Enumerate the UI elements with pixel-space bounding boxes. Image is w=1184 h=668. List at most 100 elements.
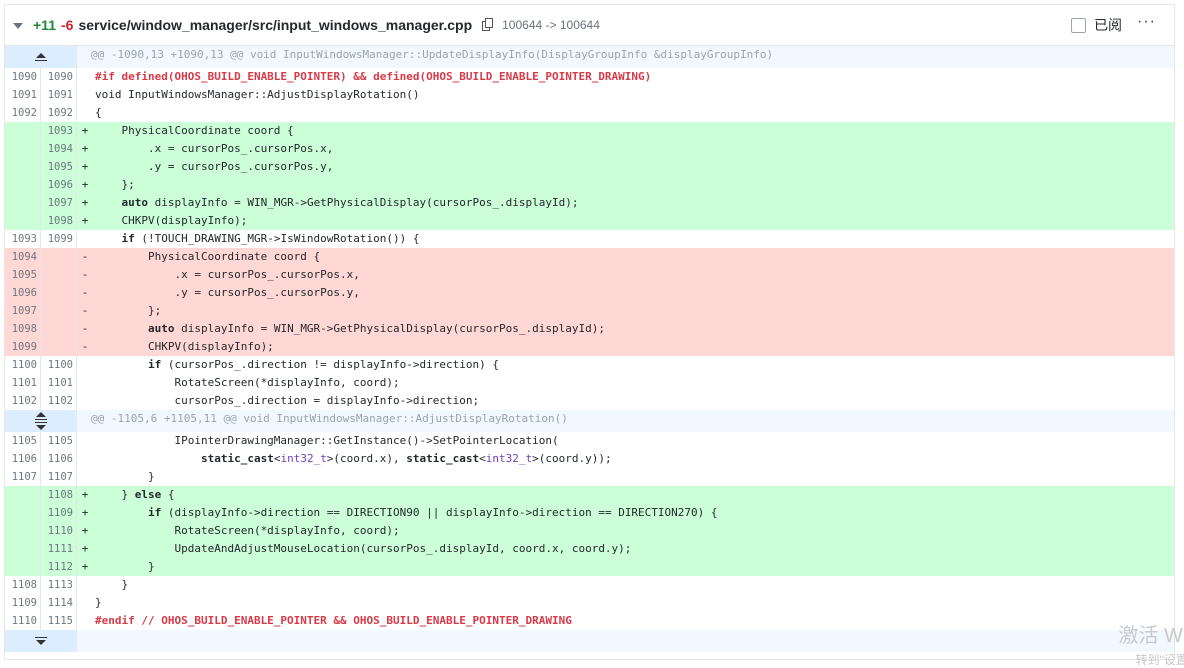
diff-sign: -	[81, 268, 89, 281]
new-line-number[interactable]: 1093	[41, 122, 77, 140]
diff-line-added: 1111 + UpdateAndAdjustMouseLocation(curso…	[5, 540, 1174, 558]
hunk-header-text	[77, 630, 1174, 652]
diff-code: @@ -1090,13 +1090,13 @@ void InputWindow…	[5, 46, 1174, 652]
diff-line-context: 1108 1113 }	[5, 576, 1174, 594]
new-line-number[interactable]: 1111	[41, 540, 77, 558]
old-line-number[interactable]	[5, 140, 41, 158]
new-line-number[interactable]: 1109	[41, 504, 77, 522]
diff-line-removed: 1095 - .x = cursorPos_.cursorPos.x,	[5, 266, 1174, 284]
viewed-toggle[interactable]: 已阅	[1071, 15, 1122, 35]
old-line-number[interactable]	[5, 558, 41, 576]
new-line-number[interactable]	[41, 320, 77, 338]
diff-line-removed: 1094 - PhysicalCoordinate coord {	[5, 248, 1174, 266]
new-line-number[interactable]	[41, 284, 77, 302]
old-line-number[interactable]	[5, 486, 41, 504]
new-line-number[interactable]: 1092	[41, 104, 77, 122]
diff-sign: +	[81, 542, 89, 555]
old-line-number[interactable]: 1105	[5, 432, 41, 450]
old-line-number[interactable]: 1093	[5, 230, 41, 248]
code-token: IPointerDrawingManager::GetInstance()->S…	[95, 434, 559, 447]
code-text: void InputWindowsManager::AdjustDisplayR…	[91, 86, 1174, 104]
new-line-number[interactable]: 1100	[41, 356, 77, 374]
old-line-number[interactable]: 1102	[5, 392, 41, 410]
diff-sign: +	[81, 214, 89, 227]
diff-sign: -	[81, 322, 89, 335]
old-line-number[interactable]: 1107	[5, 468, 41, 486]
viewed-label: 已阅	[1094, 17, 1122, 33]
viewed-checkbox[interactable]	[1071, 17, 1086, 33]
old-line-number[interactable]: 1106	[5, 450, 41, 468]
expand-lines-button[interactable]	[5, 410, 77, 432]
new-line-number[interactable]: 1097	[41, 194, 77, 212]
new-line-number[interactable]: 1113	[41, 576, 77, 594]
code-token: displayInfo = WIN_MGR->GetPhysicalDispla…	[174, 322, 605, 335]
old-line-number[interactable]: 1091	[5, 86, 41, 104]
old-line-number[interactable]	[5, 158, 41, 176]
old-line-number[interactable]	[5, 212, 41, 230]
new-line-number[interactable]	[41, 248, 77, 266]
code-text: .x = cursorPos_.cursorPos.x,	[91, 266, 1174, 284]
new-line-number[interactable]: 1115	[41, 612, 77, 630]
old-line-number[interactable]: 1099	[5, 338, 41, 356]
old-line-number[interactable]: 1100	[5, 356, 41, 374]
new-line-number[interactable]: 1095	[41, 158, 77, 176]
old-line-number[interactable]: 1101	[5, 374, 41, 392]
old-line-number[interactable]	[5, 504, 41, 522]
new-line-number[interactable]: 1114	[41, 594, 77, 612]
old-line-number[interactable]: 1096	[5, 284, 41, 302]
code-token: .x = cursorPos_.cursorPos.x,	[95, 268, 360, 281]
old-line-number[interactable]: 1095	[5, 266, 41, 284]
new-line-number[interactable]: 1112	[41, 558, 77, 576]
old-line-number[interactable]	[5, 194, 41, 212]
old-line-number[interactable]: 1109	[5, 594, 41, 612]
new-line-number[interactable]: 1096	[41, 176, 77, 194]
expand-down-icon	[35, 637, 47, 645]
code-token: #endif // OHOS_BUILD_ENABLE_POINTER && O…	[95, 614, 572, 627]
code-token: UpdateAndAdjustMouseLocation(cursorPos_.…	[95, 542, 632, 555]
new-line-number[interactable]: 1098	[41, 212, 77, 230]
code-token: #if defined(OHOS_BUILD_ENABLE_POINTER) &…	[95, 70, 652, 83]
new-line-number[interactable]	[41, 266, 77, 284]
old-line-number[interactable]	[5, 176, 41, 194]
diff-line-added: 1109 + if (displayInfo->direction == DIRE…	[5, 504, 1174, 522]
old-line-number[interactable]: 1110	[5, 612, 41, 630]
code-token: RotateScreen(*displayInfo, coord);	[95, 524, 400, 537]
old-line-number[interactable]	[5, 522, 41, 540]
diff-line-context: 1090 1090 #if defined(OHOS_BUILD_ENABLE_PO…	[5, 68, 1174, 86]
copy-icon[interactable]	[482, 18, 494, 31]
new-line-number[interactable]: 1101	[41, 374, 77, 392]
new-line-number[interactable]: 1091	[41, 86, 77, 104]
diff-file-panel: +11 -6 service/window_manager/src/input_…	[4, 4, 1175, 660]
expand-lines-button[interactable]	[5, 630, 77, 652]
old-line-number[interactable]: 1108	[5, 576, 41, 594]
new-line-number[interactable]: 1110	[41, 522, 77, 540]
old-line-number[interactable]: 1090	[5, 68, 41, 86]
old-line-number[interactable]: 1092	[5, 104, 41, 122]
code-text: IPointerDrawingManager::GetInstance()->S…	[91, 432, 1174, 450]
old-line-number[interactable]: 1094	[5, 248, 41, 266]
new-line-number[interactable]: 1090	[41, 68, 77, 86]
code-text: #endif // OHOS_BUILD_ENABLE_POINTER && O…	[91, 612, 1174, 630]
diff-sign	[77, 230, 91, 248]
new-line-number[interactable]	[41, 302, 77, 320]
more-options-icon[interactable]: ···	[1137, 13, 1156, 31]
new-line-number[interactable]: 1106	[41, 450, 77, 468]
code-token: (cursorPos_.direction != displayInfo->di…	[161, 358, 499, 371]
new-line-number[interactable]: 1108	[41, 486, 77, 504]
collapse-caret-icon[interactable]	[13, 23, 23, 29]
diff-line-context: 1109 1114}	[5, 594, 1174, 612]
new-line-number[interactable]: 1094	[41, 140, 77, 158]
file-path[interactable]: service/window_manager/src/input_windows…	[78, 17, 472, 33]
new-line-number[interactable]: 1105	[41, 432, 77, 450]
old-line-number[interactable]	[5, 540, 41, 558]
old-line-number[interactable]: 1098	[5, 320, 41, 338]
code-text: PhysicalCoordinate coord {	[91, 248, 1174, 266]
expand-lines-button[interactable]	[5, 46, 77, 68]
new-line-number[interactable]	[41, 338, 77, 356]
new-line-number[interactable]: 1099	[41, 230, 77, 248]
new-line-number[interactable]: 1102	[41, 392, 77, 410]
new-line-number[interactable]: 1107	[41, 468, 77, 486]
old-line-number[interactable]: 1097	[5, 302, 41, 320]
old-line-number[interactable]	[5, 122, 41, 140]
